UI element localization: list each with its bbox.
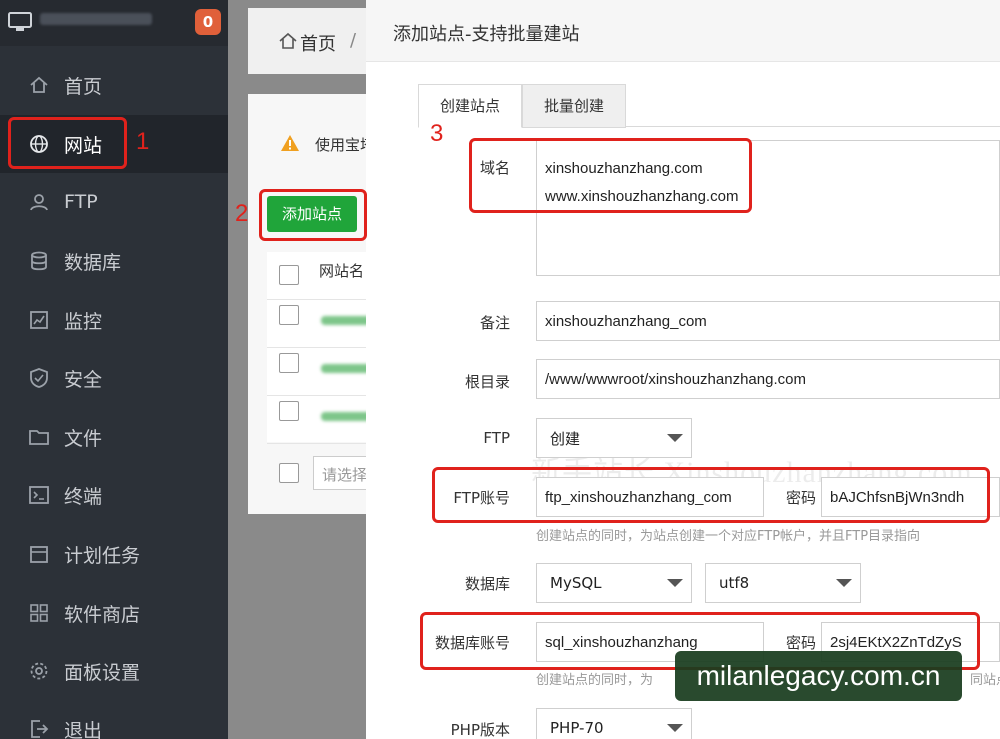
sidebar-item-label: 计划任务: [64, 544, 141, 567]
php-version-value: PHP-70: [550, 719, 604, 737]
calendar-icon: [30, 546, 48, 563]
sidebar-item-store[interactable]: 软件商店: [0, 584, 228, 642]
ftp-label: FTP: [483, 429, 510, 447]
sidebar: 0 首页 网站 FTP 数据库 监控 安全 文件 终端 计划任务 软件商店 面板…: [0, 0, 228, 739]
sidebar-item-label: 安全: [64, 368, 103, 391]
dialog-header: 添加站点-支持批量建站: [366, 0, 1000, 62]
sidebar-item-panel-settings[interactable]: 面板设置: [0, 642, 228, 700]
chevron-down-icon: [667, 579, 683, 587]
database-type-value: MySQL: [550, 574, 602, 592]
sidebar-item-logout[interactable]: 退出: [0, 700, 228, 739]
sidebar-item-label: 面板设置: [64, 661, 141, 684]
ftp-hint-text: 创建站点的同时，为站点创建一个对应FTP帐户，并且FTP目录指向: [536, 529, 921, 544]
sidebar-item-home[interactable]: 首页: [0, 56, 228, 114]
sidebar-item-cron[interactable]: 计划任务: [0, 525, 228, 583]
database-hint-text-tail: 同站点: [970, 673, 1000, 688]
chevron-down-icon: [667, 434, 683, 442]
sidebar-item-security[interactable]: 安全: [0, 349, 228, 407]
ftp-select-value: 创建: [550, 429, 581, 448]
folder-icon: [29, 430, 49, 445]
breadcrumb-home[interactable]: 首页: [300, 30, 336, 56]
logout-icon: [31, 720, 49, 738]
sidebar-item-files[interactable]: 文件: [0, 408, 228, 466]
database-type-select[interactable]: MySQL: [536, 563, 692, 603]
tab-batch-create[interactable]: 批量创建: [522, 84, 626, 128]
ftp-select[interactable]: 创建: [536, 418, 692, 458]
home-icon: [30, 76, 48, 93]
column-header-site-name: 网站名: [319, 262, 365, 280]
notification-badge[interactable]: 0: [195, 9, 221, 35]
sidebar-item-label: 终端: [64, 485, 103, 508]
server-ip-blurred: [40, 13, 152, 25]
remark-label: 备注: [479, 314, 510, 332]
annotation-number: 1: [136, 128, 150, 155]
home-icon: [279, 32, 297, 49]
root-dir-input[interactable]: /www/wwwroot/xinshouzhanzhang.com: [536, 359, 1000, 399]
dialog-title: 添加站点-支持批量建站: [393, 24, 580, 45]
database-label: 数据库: [464, 575, 510, 593]
sidebar-item-label: FTP: [64, 191, 98, 213]
sidebar-item-label: 软件商店: [64, 603, 141, 626]
sidebar-item-terminal[interactable]: 终端: [0, 466, 228, 524]
dialog-tabs: 创建站点 批量创建: [418, 84, 1000, 128]
database-hint-text: 创建站点的同时，为: [536, 673, 654, 688]
annotation-number: 3: [430, 120, 444, 147]
row-checkbox[interactable]: [279, 305, 299, 325]
site-watermark: milanlegacy.com.cn: [675, 651, 962, 701]
gear-icon: [30, 662, 48, 680]
row-checkbox[interactable]: [279, 353, 299, 373]
select-all-checkbox[interactable]: [279, 265, 299, 285]
shield-icon: [30, 368, 48, 388]
breadcrumb-separator: /: [350, 30, 357, 51]
chevron-down-icon: [667, 724, 683, 732]
sidebar-item-label: 数据库: [64, 251, 122, 274]
bulk-select-checkbox[interactable]: [279, 463, 299, 483]
sidebar-item-label: 首页: [64, 75, 103, 98]
sidebar-item-monitor[interactable]: 监控: [0, 291, 228, 349]
chart-monitor-icon: [30, 311, 48, 329]
sidebar-item-label: 文件: [64, 427, 103, 450]
sidebar-item-label: 监控: [64, 310, 103, 333]
php-version-label: PHP版本: [450, 721, 510, 739]
annotation-box-domain: [469, 138, 752, 213]
sidebar-item-database[interactable]: 数据库: [0, 232, 228, 290]
root-dir-label: 根目录: [464, 373, 510, 391]
annotation-box-ftp-account: [432, 467, 990, 523]
annotation-number: 2: [235, 200, 249, 227]
apps-grid-icon: [30, 604, 48, 622]
database-icon: [31, 251, 47, 271]
annotation-box-add-site: [259, 189, 367, 241]
sidebar-item-ftp[interactable]: FTP: [0, 173, 228, 231]
warning-icon: [281, 135, 299, 151]
ftp-user-icon: [30, 194, 48, 211]
terminal-icon: [29, 486, 49, 504]
annotation-box-website: [8, 117, 127, 169]
chevron-down-icon: [836, 579, 852, 587]
sidebar-header: 0: [0, 0, 228, 46]
database-charset-select[interactable]: utf8: [705, 563, 861, 603]
row-checkbox[interactable]: [279, 401, 299, 421]
php-version-select[interactable]: PHP-70: [536, 708, 692, 739]
sidebar-item-label: 退出: [64, 719, 103, 739]
database-charset-value: utf8: [719, 574, 750, 592]
monitor-icon: [8, 12, 32, 31]
remark-input[interactable]: xinshouzhanzhang_com: [536, 301, 1000, 341]
